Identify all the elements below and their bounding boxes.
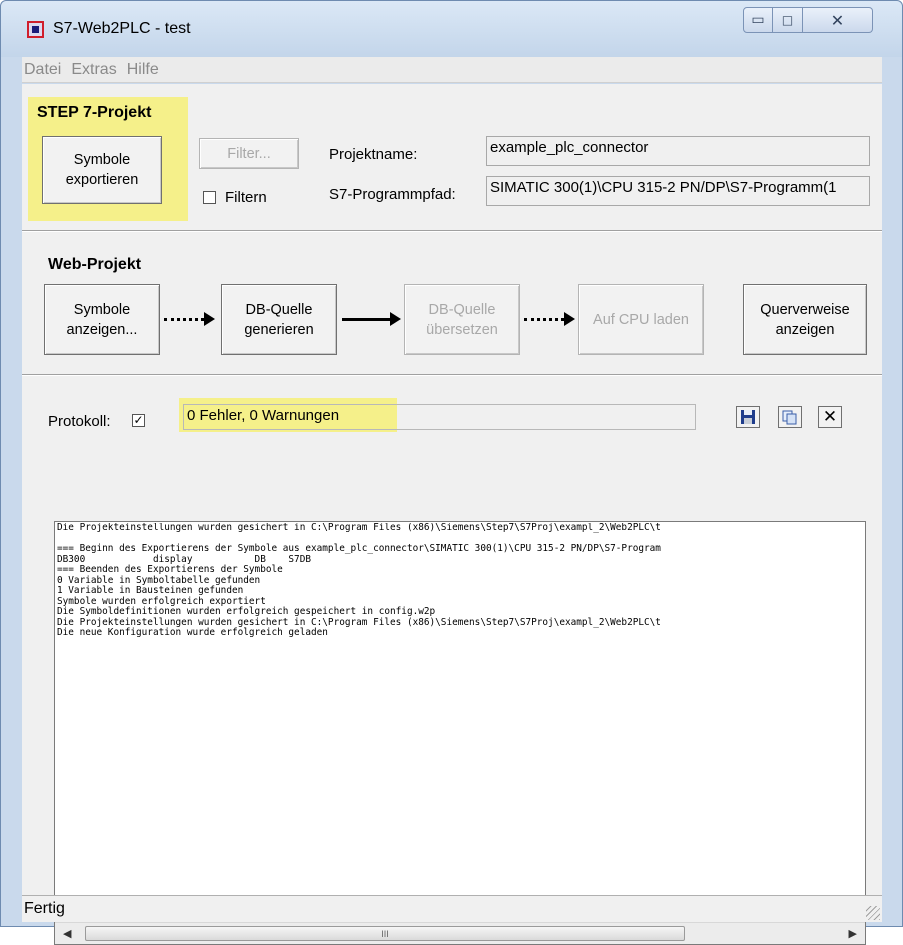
scroll-right-icon[interactable]: ▶ [849, 927, 857, 940]
resize-grip-icon[interactable] [866, 906, 880, 920]
application-window: S7-Web2PLC - test ▭ □ ✕ Datei Extras Hil… [0, 0, 903, 945]
scroll-thumb-grip: III [381, 928, 389, 939]
flow-line [342, 318, 390, 321]
flow-dots-1 [164, 318, 204, 321]
status-bar: Fertig [22, 895, 882, 922]
protocol-summary: 0 Fehler, 0 Warnungen [183, 404, 696, 430]
maximize-icon: □ [781, 13, 794, 27]
cross-references-button[interactable]: Querverweise anzeigen [743, 284, 867, 355]
filter-button[interactable]: Filter... [199, 138, 299, 169]
menu-datei[interactable]: Datei [24, 61, 61, 79]
programpath-field[interactable]: SIMATIC 300(1)\CPU 315-2 PN/DP\S7-Progra… [486, 176, 870, 206]
arrow-right-icon [204, 312, 215, 326]
section-divider [22, 230, 882, 232]
log-output[interactable]: Die Projekteinstellungen wurden gesicher… [54, 521, 866, 945]
app-icon[interactable] [27, 21, 44, 38]
projectname-label: Projektname: [329, 146, 418, 163]
copy-icon [782, 410, 797, 425]
window-controls: ▭ □ ✕ [743, 7, 873, 33]
window-title: S7-Web2PLC - test [53, 20, 191, 37]
menu-extras[interactable]: Extras [71, 61, 116, 79]
projectname-field[interactable]: example_plc_connector [486, 136, 870, 166]
scroll-left-icon[interactable]: ◀ [63, 927, 71, 940]
maximize-button[interactable]: □ [773, 7, 803, 33]
filter-checkbox[interactable] [203, 191, 216, 204]
scroll-thumb[interactable]: III [85, 926, 685, 941]
log-line: Die Projekteinstellungen wurden gesicher… [57, 523, 661, 533]
checkmark-icon: ✓ [133, 413, 144, 427]
log-line: 1 Variable in Bausteinen gefunden [57, 585, 244, 596]
horizontal-scrollbar[interactable]: ◀ III ▶ [55, 922, 865, 944]
menu-bar: Datei Extras Hilfe [22, 57, 882, 83]
arrow-right-icon [564, 312, 575, 326]
compile-db-source-button[interactable]: DB-Quelle übersetzen [404, 284, 520, 355]
close-icon: ✕ [822, 407, 838, 427]
filter-checkbox-label: Filtern [225, 189, 267, 206]
copy-log-button[interactable] [778, 406, 802, 428]
log-line: === Beenden des Exportierens der Symbole [57, 564, 283, 575]
close-icon: ✕ [830, 10, 845, 30]
save-log-button[interactable] [736, 406, 760, 428]
log-text: Die Projekteinstellungen wurden gesicher… [57, 523, 865, 921]
close-window-button[interactable]: ✕ [803, 7, 873, 33]
flow-dots-2 [524, 318, 564, 321]
log-line: Die Symboldefinitionen wurden erfolgreic… [57, 606, 436, 617]
protocol-label: Protokoll: [48, 413, 111, 430]
log-line: === Beginn des Exportierens der Symbole … [57, 543, 661, 554]
main-panel: STEP 7-Projekt Symbole exportieren Filte… [22, 84, 882, 945]
clear-log-button[interactable]: ✕ [818, 406, 842, 428]
web-heading: Web-Projekt [48, 256, 142, 273]
floppy-disk-icon [741, 410, 755, 424]
export-symbols-button[interactable]: Symbole exportieren [42, 136, 162, 204]
title-bar[interactable]: S7-Web2PLC - test ▭ □ ✕ [1, 1, 902, 57]
show-symbols-button[interactable]: Symbole anzeigen... [44, 284, 160, 355]
step7-heading: STEP 7-Projekt [37, 104, 152, 121]
status-text: Fertig [24, 900, 65, 917]
generate-db-source-button[interactable]: DB-Quelle generieren [221, 284, 337, 355]
section-divider [22, 374, 882, 376]
minimize-button[interactable]: ▭ [743, 7, 773, 33]
programpath-label: S7-Programmpfad: [329, 186, 456, 203]
minimize-icon: ▭ [751, 12, 765, 28]
menu-hilfe[interactable]: Hilfe [127, 61, 159, 79]
protocol-checkbox[interactable]: ✓ [132, 414, 145, 427]
arrow-right-icon [390, 312, 401, 326]
load-to-cpu-button[interactable]: Auf CPU laden [578, 284, 704, 355]
log-line: Die neue Konfiguration wurde erfolgreich… [57, 627, 328, 638]
